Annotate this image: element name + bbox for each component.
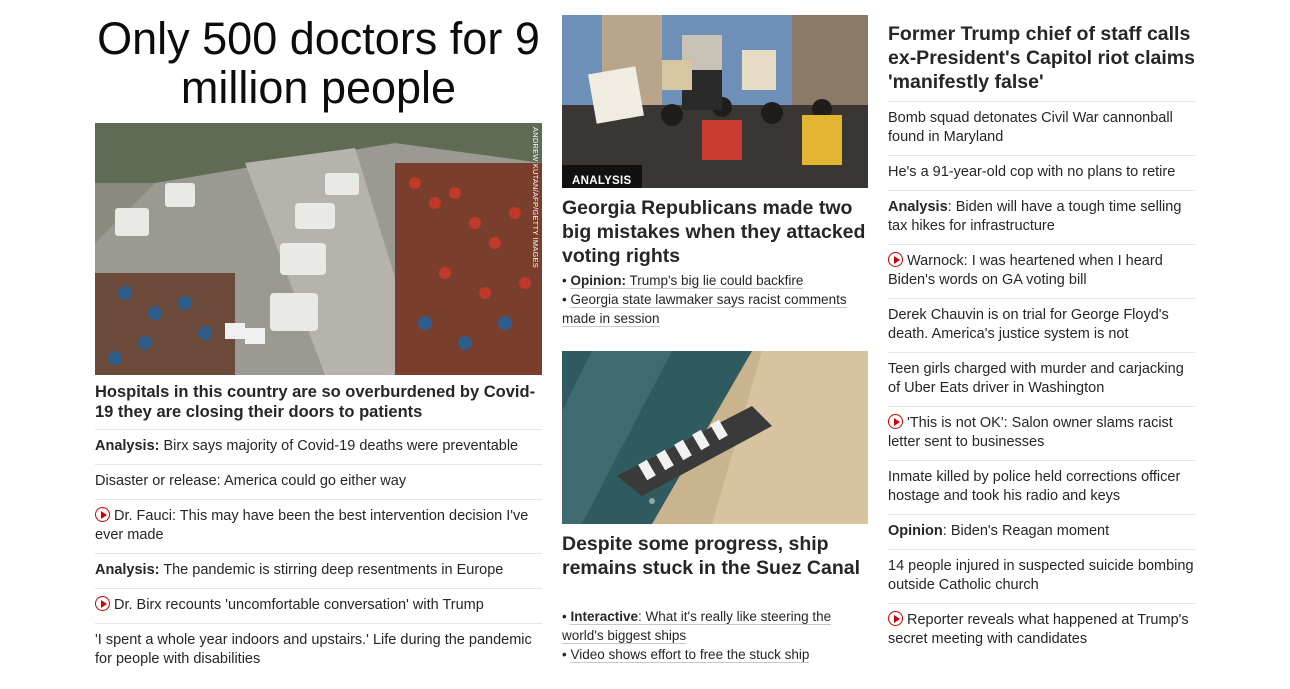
item-text: Inmate killed by police held corrections… xyxy=(888,469,1181,504)
item-prefix: Analysis: xyxy=(95,438,160,454)
list-item[interactable]: Dr. Fauci: This may have been the best i… xyxy=(95,499,542,553)
play-icon xyxy=(95,596,110,611)
sub-text: Trump's big lie could backfire xyxy=(625,273,804,288)
hero-image-funeral-procession[interactable]: ANDREW KUTAN/AFP/GETTY IMAGES xyxy=(95,123,542,375)
list-item[interactable]: Analysis: Biden will have a tough time s… xyxy=(888,190,1195,244)
item-text: Reporter reveals what happened at Trump'… xyxy=(888,612,1189,647)
georgia-sub-lawmaker[interactable]: • Georgia state lawmaker says racist com… xyxy=(562,290,868,328)
list-item[interactable]: Derek Chauvin is on trial for George Flo… xyxy=(888,298,1195,352)
list-item[interactable]: Analysis: The pandemic is stirring deep … xyxy=(95,553,542,588)
sub-link[interactable]: Georgia state lawmaker says racist comme… xyxy=(562,292,847,327)
list-item[interactable]: Opinion: Biden's Reagan moment xyxy=(888,514,1195,549)
item-text: He's a 91-year-old cop with no plans to … xyxy=(888,164,1176,180)
play-icon xyxy=(888,611,903,626)
item-text: Dr. Fauci: This may have been the best i… xyxy=(95,508,529,543)
item-prefix: Opinion xyxy=(888,523,943,539)
item-text: Dr. Birx recounts 'uncomfortable convers… xyxy=(114,597,484,613)
item-text: The pandemic is stirring deep resentment… xyxy=(159,562,504,578)
list-item[interactable]: 14 people injured in suspected suicide b… xyxy=(888,549,1195,603)
list-item[interactable]: Dr. Birx recounts 'uncomfortable convers… xyxy=(95,588,542,623)
suez-sub-video[interactable]: • Video shows effort to free the stuck s… xyxy=(562,645,868,664)
sub-link[interactable]: Video shows effort to free the stuck shi… xyxy=(570,647,810,663)
item-text: 'This is not OK': Salon owner slams raci… xyxy=(888,415,1173,450)
image-credit: ANDREW KUTAN/AFP/GETTY IMAGES xyxy=(531,127,540,268)
sub-link[interactable]: Interactive: What it's really like steer… xyxy=(562,609,832,644)
suez-sub-interactive[interactable]: • Interactive: What it's really like ste… xyxy=(562,607,868,645)
list-item[interactable]: Analysis: Birx says majority of Covid-19… xyxy=(95,429,542,464)
item-text: 'I spent a whole year indoors and upstai… xyxy=(95,632,532,667)
item-text: Bomb squad detonates Civil War cannonbal… xyxy=(888,110,1173,145)
list-item[interactable]: Teen girls charged with murder and carja… xyxy=(888,352,1195,406)
left-related-list: Analysis: Birx says majority of Covid-19… xyxy=(95,429,542,677)
list-item[interactable]: Reporter reveals what happened at Trump'… xyxy=(888,603,1195,657)
list-item[interactable]: Bomb squad detonates Civil War cannonbal… xyxy=(888,101,1195,155)
analysis-tag: ANALYSIS xyxy=(562,165,642,188)
protest-image[interactable]: ANALYSIS xyxy=(562,15,868,188)
item-text: Teen girls charged with murder and carja… xyxy=(888,361,1184,396)
play-icon xyxy=(888,414,903,429)
list-item[interactable]: 'This is not OK': Salon owner slams raci… xyxy=(888,406,1195,460)
item-text: : Biden's Reagan moment xyxy=(942,523,1110,539)
list-item[interactable]: Inmate killed by police held corrections… xyxy=(888,460,1195,514)
georgia-sub-opinion[interactable]: • Opinion: Trump's big lie could backfir… xyxy=(562,271,868,290)
list-item[interactable]: He's a 91-year-old cop with no plans to … xyxy=(888,155,1195,190)
item-prefix: Analysis: xyxy=(95,562,160,578)
lead-headline[interactable]: Only 500 doctors for 9 million people xyxy=(95,14,542,112)
trump-staff-headline[interactable]: Former Trump chief of staff calls ex-Pre… xyxy=(888,22,1195,94)
list-item[interactable]: 'I spent a whole year indoors and upstai… xyxy=(95,623,542,677)
hero-story-headline[interactable]: Hospitals in this country are so overbur… xyxy=(95,382,542,422)
suez-ship-image[interactable] xyxy=(562,351,868,524)
list-item[interactable]: Disaster or release: America could go ei… xyxy=(95,464,542,499)
georgia-story-headline[interactable]: Georgia Republicans made two big mistake… xyxy=(562,196,868,268)
suez-story-headline[interactable]: Despite some progress, ship remains stuc… xyxy=(562,532,868,580)
sub-prefix: Interactive xyxy=(570,609,639,624)
right-headline-list: Bomb squad detonates Civil War cannonbal… xyxy=(888,101,1195,657)
item-text: Warnock: I was heartened when I heard Bi… xyxy=(888,253,1163,288)
item-text: Birx says majority of Covid-19 deaths we… xyxy=(159,438,519,454)
play-icon xyxy=(95,507,110,522)
item-prefix: Analysis xyxy=(888,199,948,215)
sub-link[interactable]: Opinion: Trump's big lie could backfire xyxy=(570,273,804,289)
sub-prefix: Opinion: xyxy=(570,273,626,288)
item-text: Disaster or release: America could go ei… xyxy=(95,473,407,489)
play-icon xyxy=(888,252,903,267)
item-text: 14 people injured in suspected suicide b… xyxy=(888,558,1194,593)
list-item[interactable]: Warnock: I was heartened when I heard Bi… xyxy=(888,244,1195,298)
item-text: Derek Chauvin is on trial for George Flo… xyxy=(888,307,1169,342)
